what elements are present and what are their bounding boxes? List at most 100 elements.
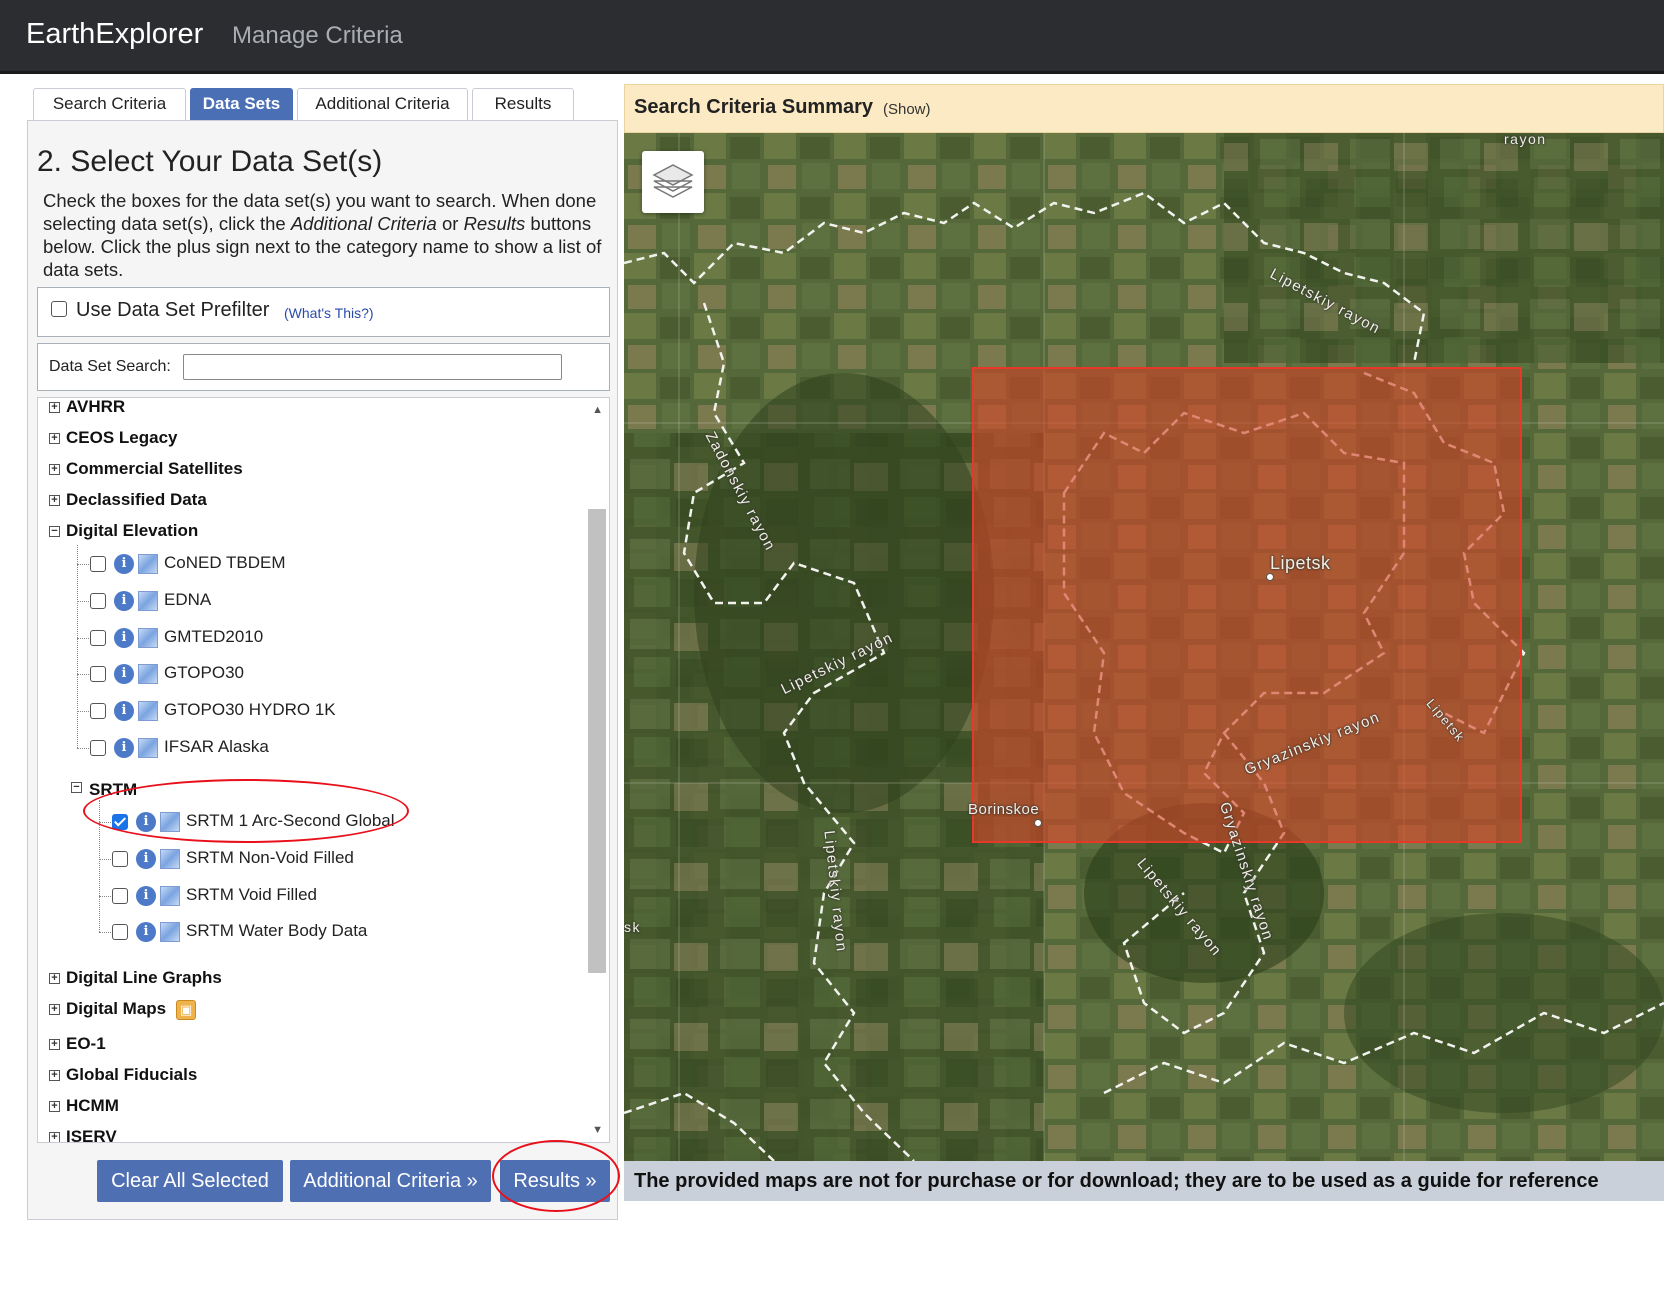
dataset-label: EDNA xyxy=(164,590,212,609)
map-coverage-icon[interactable] xyxy=(138,738,158,758)
tab-results[interactable]: Results xyxy=(472,88,574,120)
info-icon[interactable]: i xyxy=(114,738,134,758)
category-declassified-data[interactable]: Declassified Data xyxy=(66,490,207,510)
expand-global-fiducials-icon[interactable]: + xyxy=(49,1070,60,1081)
tree-connector xyxy=(77,564,89,565)
category-avhrr[interactable]: AVHRR xyxy=(66,398,125,417)
info-icon[interactable]: i xyxy=(136,812,156,832)
summary-show-link[interactable]: (Show) xyxy=(883,101,931,118)
category-eo-1[interactable]: EO-1 xyxy=(66,1034,106,1054)
dataset-search-box: Data Set Search: xyxy=(37,343,610,391)
category-digital-maps[interactable]: Digital Maps xyxy=(66,999,166,1019)
dataset-checkbox[interactable] xyxy=(90,593,106,609)
prefilter-label: Use Data Set Prefilter xyxy=(76,299,270,321)
info-icon[interactable]: i xyxy=(114,701,134,721)
map-label-lipetsk: Lipetsk xyxy=(1270,553,1331,573)
expand-hcmm-icon[interactable]: + xyxy=(49,1101,60,1112)
layers-icon xyxy=(652,164,694,198)
dataset-search-label: Data Set Search: xyxy=(49,358,171,375)
category-ceos-legacy[interactable]: CEOS Legacy xyxy=(66,428,178,448)
map-label-rayon: rayon xyxy=(1504,133,1547,147)
map-coverage-icon[interactable] xyxy=(160,886,180,906)
info-icon[interactable]: i xyxy=(136,849,156,869)
map-coverage-icon[interactable] xyxy=(138,591,158,611)
prefilter-checkbox[interactable] xyxy=(51,301,67,317)
scroll-down-arrow-icon[interactable]: ▼ xyxy=(592,1124,603,1136)
clear-all-selected-button[interactable]: Clear All Selected xyxy=(97,1160,283,1202)
tab-data-sets[interactable]: Data Sets xyxy=(190,88,293,120)
dataset-checkbox[interactable] xyxy=(112,924,128,940)
expand-commercial-satellites-icon[interactable]: + xyxy=(49,464,60,475)
tree-connector xyxy=(77,748,89,749)
category-iserv[interactable]: ISERV xyxy=(66,1127,117,1142)
map-coverage-icon[interactable] xyxy=(138,701,158,721)
map-viewer[interactable]: rayon Lipetskiy rayon Zadonskiy rayon Li… xyxy=(624,133,1664,1161)
dataset-label: SRTM Void Filled xyxy=(186,885,318,904)
dataset-checkbox[interactable] xyxy=(112,888,128,904)
category-digital-elevation[interactable]: Digital Elevation xyxy=(66,521,198,541)
info-icon[interactable]: i xyxy=(114,628,134,648)
prefilter-help-link[interactable]: (What's This?) xyxy=(284,305,374,321)
info-icon[interactable]: i xyxy=(114,554,134,574)
results-button[interactable]: Results » xyxy=(500,1160,610,1202)
additional-criteria-button[interactable]: Additional Criteria » xyxy=(290,1160,491,1202)
map-coverage-icon[interactable] xyxy=(160,849,180,869)
tree-scrollbar-thumb[interactable] xyxy=(588,509,606,973)
expand-avhrr-icon[interactable]: + xyxy=(49,402,60,413)
dataset-label: GMTED2010 xyxy=(164,627,264,646)
expand-eo-1-icon[interactable]: + xyxy=(49,1039,60,1050)
manage-criteria-link[interactable]: Manage Criteria xyxy=(232,22,403,50)
dataset-label: GTOPO30 xyxy=(164,663,244,682)
tab-search-criteria[interactable]: Search Criteria xyxy=(33,88,186,120)
expand-digital-line-graphs-icon[interactable]: + xyxy=(49,973,60,984)
map-coverage-icon[interactable] xyxy=(160,922,180,942)
dataset-checkbox[interactable] xyxy=(90,703,106,719)
expand-iserv-icon[interactable]: + xyxy=(49,1132,60,1142)
tree-connector xyxy=(77,711,89,712)
collapse-digital-elevation-icon[interactable]: − xyxy=(49,526,60,537)
brand-title[interactable]: EarthExplorer xyxy=(26,18,203,51)
category-hcmm[interactable]: HCMM xyxy=(66,1096,119,1116)
dataset-checkbox[interactable] xyxy=(90,630,106,646)
dataset-label: GTOPO30 HYDRO 1K xyxy=(164,700,336,719)
map-coverage-icon[interactable] xyxy=(138,664,158,684)
dataset-search-input[interactable] xyxy=(183,354,562,380)
tree-connector xyxy=(99,859,111,860)
map-coverage-icon[interactable] xyxy=(160,812,180,832)
tree-connector xyxy=(99,800,100,932)
expand-digital-maps-icon[interactable]: + xyxy=(49,1004,60,1015)
map-coverage-icon[interactable] xyxy=(138,628,158,648)
search-criteria-summary-bar: Search Criteria Summary (Show) xyxy=(624,84,1664,133)
dataset-label: IFSAR Alaska xyxy=(164,737,269,756)
summary-title: Search Criteria Summary xyxy=(634,96,874,118)
tree-connector xyxy=(99,932,111,933)
tree-connector xyxy=(77,545,78,748)
category-srtm[interactable]: SRTM xyxy=(89,780,137,800)
info-icon[interactable]: i xyxy=(136,886,156,906)
dataset-checkbox[interactable] xyxy=(90,556,106,572)
layers-button[interactable] xyxy=(642,151,704,213)
map-label-sk: sk xyxy=(624,919,641,935)
collapse-srtm-icon[interactable]: − xyxy=(71,782,82,793)
dataset-checkbox-checked[interactable] xyxy=(112,814,128,830)
category-digital-line-graphs[interactable]: Digital Line Graphs xyxy=(66,968,222,988)
dataset-checkbox[interactable] xyxy=(90,740,106,756)
panel-title: 2. Select Your Data Set(s) xyxy=(37,145,383,178)
info-icon[interactable]: i xyxy=(136,922,156,942)
category-global-fiducials[interactable]: Global Fiducials xyxy=(66,1065,197,1085)
map-coverage-icon[interactable] xyxy=(138,554,158,574)
dataset-checkbox[interactable] xyxy=(90,666,106,682)
info-icon[interactable]: i xyxy=(114,664,134,684)
map-label-borinskoe: Borinskoe xyxy=(968,801,1040,818)
tree-connector xyxy=(99,822,111,823)
dataset-tree[interactable]: ▲ ▼ + AVHRR + CEOS Legacy + Commercial S… xyxy=(37,397,610,1143)
scroll-up-arrow-icon[interactable]: ▲ xyxy=(592,404,603,416)
category-commercial-satellites[interactable]: Commercial Satellites xyxy=(66,459,243,479)
dataset-label: SRTM 1 Arc-Second Global xyxy=(186,811,395,830)
dataset-checkbox[interactable] xyxy=(112,851,128,867)
info-icon[interactable]: i xyxy=(114,591,134,611)
expand-declassified-data-icon[interactable]: + xyxy=(49,495,60,506)
tab-additional-criteria[interactable]: Additional Criteria xyxy=(297,88,468,120)
top-header: EarthExplorer Manage Criteria xyxy=(0,0,1664,74)
expand-ceos-legacy-icon[interactable]: + xyxy=(49,433,60,444)
